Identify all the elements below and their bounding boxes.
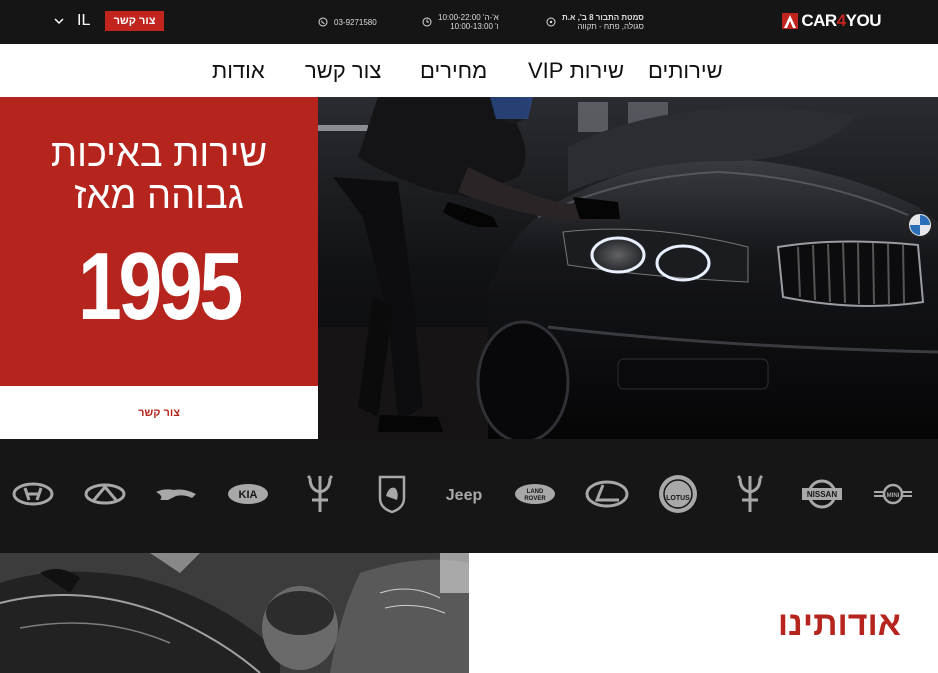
phone-info[interactable]: 03-9271580 xyxy=(318,0,377,44)
clock-icon xyxy=(422,17,432,27)
hero-title-line2: גבוהה מאז xyxy=(74,175,244,217)
jeep-logo: Jeep xyxy=(434,464,494,524)
contact-button[interactable]: צור קשר xyxy=(105,11,164,31)
nav-item-about[interactable]: אודות xyxy=(212,44,265,97)
hero-title: שירות באיכות גבוהה מאז xyxy=(0,133,318,217)
nav-item-contact[interactable]: צור קשר xyxy=(305,44,381,97)
lotus-text: LOTUS xyxy=(666,495,690,502)
kia-logo: KIA xyxy=(218,464,278,524)
hero-car-image xyxy=(318,97,938,439)
brand-logos-strip: KIA Jeep LAND ROVER LOTUS NISSAN MINI xyxy=(0,439,938,553)
hero-panel: שירות באיכות גבוהה מאז 1995 xyxy=(0,97,318,386)
nissan-text: NISSAN xyxy=(807,490,837,499)
about-panel: אודותינו xyxy=(469,553,938,673)
jaguar-logo xyxy=(146,464,206,524)
top-bar: CAR4YOU סמטת התבור 8 ב', א.ת סגולה, פתח … xyxy=(0,0,938,44)
hours-line2: ו' 10:00-13:00 xyxy=(450,22,499,31)
chevron-down-icon[interactable] xyxy=(52,14,66,28)
language-selector[interactable]: IL xyxy=(77,11,90,31)
address-line2: סגולה, פתח - תקווה xyxy=(577,22,644,31)
maserati-logo xyxy=(290,464,350,524)
about-title: אודותינו xyxy=(777,605,901,643)
nav-item-prices[interactable]: מחירים xyxy=(420,44,487,97)
logo[interactable]: CAR4YOU xyxy=(782,11,882,31)
lamborghini-logo xyxy=(362,464,422,524)
nav-item-services[interactable]: שירותים xyxy=(648,44,723,97)
kia-text: KIA xyxy=(239,489,258,501)
logo-text: CAR4YOU xyxy=(801,11,881,30)
hours-line1: א'-ה' 10:00-22:00 xyxy=(438,13,499,22)
land-rover-text-2: ROVER xyxy=(524,496,546,502)
hours-info: א'-ה' 10:00-22:00 ו' 10:00-13:00 xyxy=(422,0,499,44)
hero-contact-link[interactable]: צור קשר xyxy=(138,407,180,419)
infiniti-logo xyxy=(75,464,135,524)
main-nav: שירותים שירות VIP מחירים צור קשר אודות xyxy=(0,44,938,97)
land-rover-logo: LAND ROVER xyxy=(505,464,565,524)
address-info: סמטת התבור 8 ב', א.ת סגולה, פתח - תקווה xyxy=(546,0,644,44)
nav-item-vip-service[interactable]: שירות VIP xyxy=(528,44,624,97)
hyundai-logo xyxy=(3,464,63,524)
location-icon xyxy=(546,17,556,27)
hero-title-line1: שירות באיכות xyxy=(50,133,268,175)
lotus-logo: LOTUS xyxy=(648,464,708,524)
jeep-text: Jeep xyxy=(446,487,483,504)
maserati-logo xyxy=(720,464,780,524)
hero-year: 1995 xyxy=(77,233,243,340)
mini-logo: MINI xyxy=(863,464,923,524)
nissan-logo: NISSAN xyxy=(792,464,852,524)
phone-number: 03-9271580 xyxy=(334,17,377,27)
lexus-logo xyxy=(577,464,637,524)
logo-mark-icon xyxy=(782,13,799,29)
hero-cta-panel: צור קשר xyxy=(0,386,318,439)
land-rover-text-1: LAND xyxy=(527,489,544,495)
about-image xyxy=(0,553,469,673)
address-line1: סמטת התבור 8 ב', א.ת xyxy=(562,13,644,22)
mini-text: MINI xyxy=(887,493,900,499)
whatsapp-icon xyxy=(318,17,328,27)
